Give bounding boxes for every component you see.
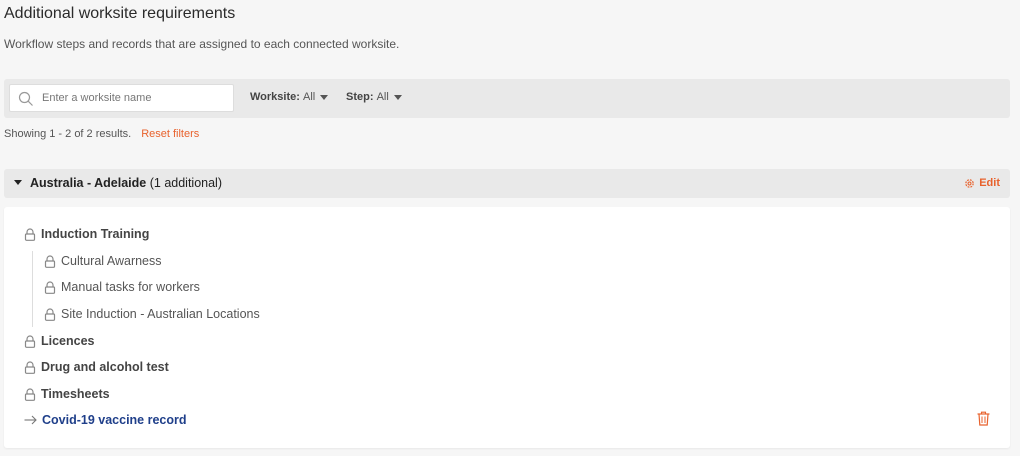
search-box[interactable]	[9, 84, 234, 112]
worksite-filter-dropdown[interactable]: Worksite: All	[250, 91, 329, 103]
requirement-label: Site Induction - Australian Locations	[61, 307, 260, 321]
worksite-name: Australia - Adelaide	[30, 176, 147, 190]
requirement-label: Drug and alcohol test	[41, 360, 169, 374]
requirement-label: Licences	[41, 334, 95, 348]
requirement-item: Drug and alcohol test	[24, 360, 169, 374]
results-summary: Showing 1 - 2 of 2 results. Reset filter…	[4, 128, 199, 140]
caret-down-icon	[320, 94, 329, 100]
lock-icon	[44, 307, 56, 321]
search-input[interactable]	[42, 89, 227, 107]
collapse-toggle-icon[interactable]	[14, 180, 22, 185]
search-icon	[18, 91, 34, 107]
trash-icon[interactable]	[977, 411, 990, 431]
worksite-group-title: Australia - Adelaide (1 additional)	[30, 176, 222, 190]
requirement-item: Timesheets	[24, 387, 110, 401]
lock-icon	[24, 387, 36, 401]
step-filter-label: Step:	[346, 91, 374, 103]
worksite-filter-value: All	[302, 91, 316, 103]
requirement-link-covid-vaccine[interactable]: Covid-19 vaccine record	[24, 413, 187, 427]
requirement-item: Licences	[24, 334, 95, 348]
results-count: Showing 1 - 2 of 2 results.	[4, 128, 132, 140]
lock-icon	[24, 334, 36, 348]
reset-filters-link[interactable]: Reset filters	[141, 128, 199, 140]
step-filter-dropdown[interactable]: Step: All	[346, 91, 402, 103]
caret-down-icon	[393, 94, 402, 100]
edit-label: Edit	[979, 177, 1000, 189]
lock-icon	[24, 360, 36, 374]
lock-icon	[44, 280, 56, 294]
lock-icon	[24, 227, 36, 241]
worksite-additional-count: (1 additional)	[149, 176, 222, 190]
page-subtitle: Workflow steps and records that are assi…	[4, 37, 400, 51]
requirement-item: Site Induction - Australian Locations	[44, 307, 260, 321]
requirements-card: Induction Training Cultural Awarness Man…	[4, 207, 1010, 448]
page-title: Additional worksite requirements	[4, 5, 236, 22]
arrow-right-icon	[24, 415, 37, 425]
step-filter-value: All	[376, 91, 389, 103]
requirement-item: Induction Training	[24, 227, 149, 241]
worksite-group-header: Australia - Adelaide (1 additional) Edit	[4, 169, 1010, 198]
requirement-label: Manual tasks for workers	[61, 280, 200, 294]
requirement-label: Covid-19 vaccine record	[42, 413, 187, 427]
lock-icon	[44, 254, 56, 268]
requirement-item: Manual tasks for workers	[44, 280, 200, 294]
requirement-label: Cultural Awarness	[61, 254, 162, 268]
requirement-label: Timesheets	[41, 387, 110, 401]
requirement-label: Induction Training	[41, 227, 150, 241]
gear-icon	[965, 178, 974, 188]
requirement-item: Cultural Awarness	[44, 254, 162, 268]
worksite-filter-label: Worksite:	[250, 91, 300, 103]
edit-button[interactable]: Edit	[964, 177, 1000, 189]
filter-bar: Worksite: All Step: All	[4, 79, 1010, 118]
tree-connector-line	[32, 251, 33, 327]
